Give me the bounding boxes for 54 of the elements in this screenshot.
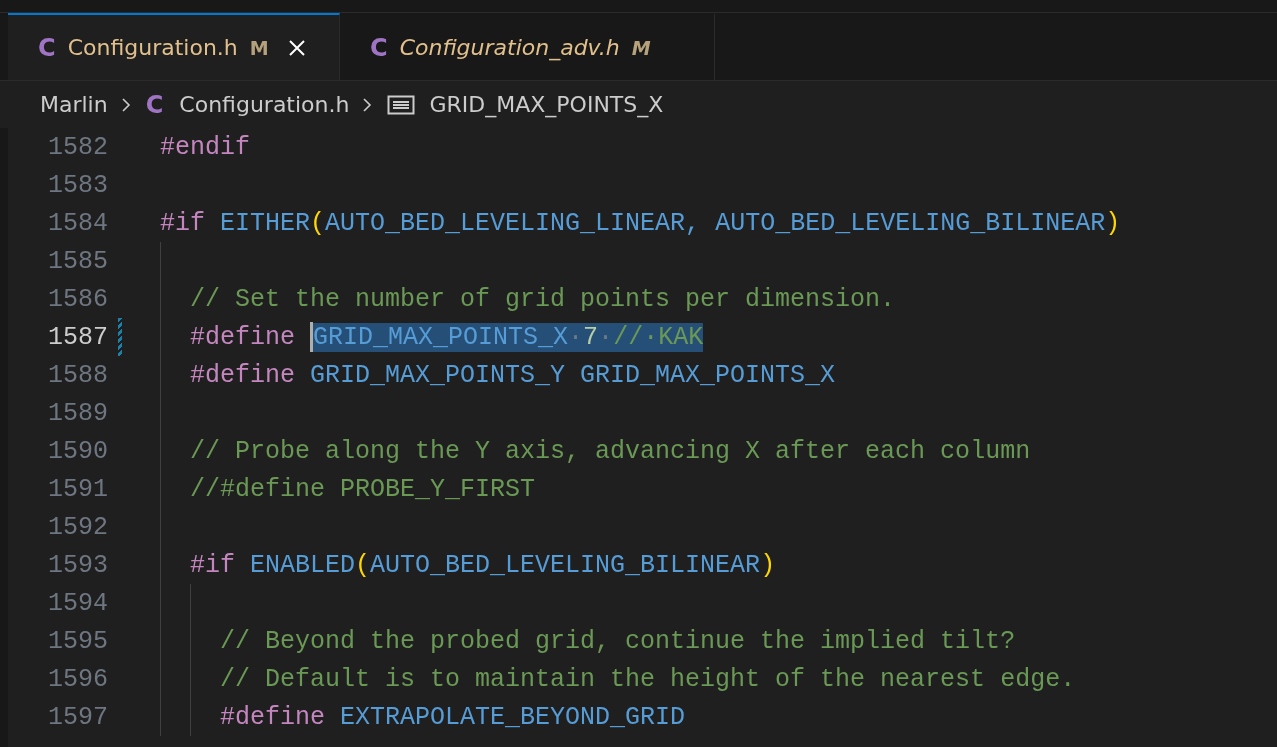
editor-tab[interactable]: C Configuration.h M bbox=[8, 13, 340, 80]
code-token: GRID_MAX_POINTS_X bbox=[313, 322, 569, 352]
c-file-icon: C bbox=[370, 33, 388, 62]
code-token: //·KAK bbox=[613, 322, 704, 352]
line-number: 1594 bbox=[47, 588, 108, 618]
code-token: //#define PROBE_Y_FIRST bbox=[190, 474, 536, 504]
code-token: // Beyond the probed grid, continue the implied tilt? bbox=[220, 626, 1016, 656]
code-token: · bbox=[598, 322, 614, 352]
code-token: // Probe along the Y axis, advancing X after each column bbox=[190, 436, 1031, 466]
code-token: EXTRAPOLATE_BEYOND_GRID bbox=[340, 702, 686, 732]
breadcrumb-item[interactable]: Marlin bbox=[40, 92, 108, 117]
line-number: 1585 bbox=[47, 246, 108, 276]
line-number: 1587 bbox=[47, 322, 108, 352]
code-token: ( bbox=[310, 208, 326, 238]
line-number: 1584 bbox=[47, 208, 108, 238]
code-token: #if bbox=[160, 208, 205, 238]
code-token: #define bbox=[220, 702, 327, 732]
line-number: 1582 bbox=[47, 132, 108, 162]
code-token: ) bbox=[1105, 208, 1121, 238]
code-token: // Set the number of grid points per dimension. bbox=[190, 284, 896, 314]
code-token: ENABLED bbox=[249, 550, 356, 580]
line-number: 1592 bbox=[47, 512, 108, 542]
close-icon[interactable] bbox=[286, 37, 307, 58]
modified-status: M bbox=[631, 36, 651, 59]
code-token: // Default is to maintain the height of the nearest edge. bbox=[220, 664, 1076, 694]
modified-status: M bbox=[249, 36, 269, 59]
line-number: 1596 bbox=[47, 664, 108, 694]
code-token: ) bbox=[760, 550, 776, 580]
c-file-icon: C bbox=[145, 90, 164, 119]
breadcrumb-item[interactable]: GRID_MAX_POINTS_X bbox=[429, 92, 664, 117]
line-number: 1588 bbox=[47, 360, 108, 390]
line-number: 1597 bbox=[47, 702, 108, 732]
code-token: AUTO_BED_LEVELING_LINEAR, AUTO_BED_LEVELING_BILINEAR bbox=[325, 208, 1106, 238]
code-token: #if bbox=[190, 550, 235, 580]
code-token: AUTO_BED_LEVELING_BILINEAR bbox=[370, 550, 761, 580]
line-number: 1593 bbox=[47, 550, 108, 580]
symbol-constant-icon bbox=[387, 93, 416, 116]
line-number: 1589 bbox=[47, 398, 108, 428]
code-token: ( bbox=[355, 550, 371, 580]
code-token: #define bbox=[190, 360, 297, 390]
code-token: EITHER bbox=[219, 208, 311, 238]
breadcrumb-item[interactable]: Configuration.h bbox=[179, 92, 350, 117]
line-number: 1583 bbox=[47, 170, 108, 200]
code-token: · bbox=[568, 322, 584, 352]
c-file-icon: C bbox=[38, 33, 56, 62]
code-token: GRID_MAX_POINTS_Y GRID_MAX_POINTS_X bbox=[310, 360, 836, 390]
text-cursor bbox=[310, 322, 314, 352]
code-token: #define bbox=[190, 322, 297, 352]
line-number: 1586 bbox=[47, 284, 108, 314]
line-number: 1591 bbox=[47, 474, 108, 504]
line-number: 1590 bbox=[47, 436, 108, 466]
code-token: 7 bbox=[583, 322, 599, 352]
code-token: #endif bbox=[160, 132, 250, 162]
line-number: 1595 bbox=[47, 626, 108, 656]
